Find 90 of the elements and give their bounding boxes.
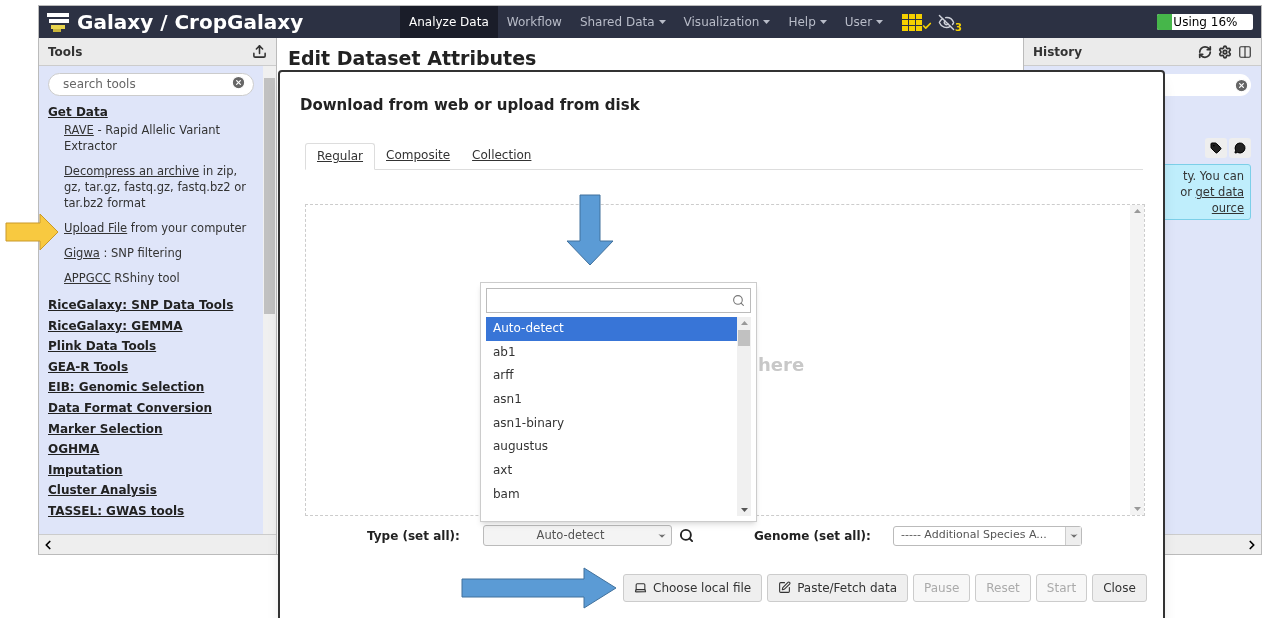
tool-section-link[interactable]: OGHMA bbox=[48, 439, 254, 460]
tool-entry: APPGCC RShiny tool bbox=[64, 270, 181, 287]
nav-menu-item[interactable]: Workflow bbox=[497, 6, 571, 38]
columns-icon[interactable] bbox=[1238, 44, 1252, 59]
tool-section-link[interactable]: EIB: Genomic Selection bbox=[48, 377, 254, 399]
caret-icon bbox=[876, 20, 884, 24]
dialog-tab[interactable]: Collection bbox=[461, 141, 543, 169]
type-option[interactable]: bam bbox=[486, 482, 737, 507]
scroll-thumb[interactable] bbox=[264, 78, 275, 314]
annotation-button[interactable] bbox=[1229, 138, 1251, 158]
scrollbar[interactable] bbox=[1130, 204, 1144, 515]
tool-section-link[interactable]: Plink Data Tools bbox=[48, 336, 254, 357]
arrow-icon bbox=[566, 194, 614, 266]
tool-link[interactable]: Decompress an archive bbox=[64, 164, 200, 179]
type-label: Type (set all): bbox=[367, 527, 461, 545]
page-heading: Edit Dataset Attributes bbox=[288, 46, 538, 71]
type-option[interactable]: augustus bbox=[486, 435, 737, 460]
panel-title: Tools bbox=[48, 43, 83, 61]
genome-select[interactable]: ----- Additional Species A... bbox=[893, 525, 1082, 546]
caret-icon bbox=[763, 20, 771, 24]
tool-section-link[interactable]: Data Format Conversion bbox=[48, 398, 254, 419]
dialog-tab[interactable]: Regular bbox=[305, 142, 376, 170]
nav-menu-item[interactable]: Help bbox=[779, 6, 836, 38]
laptop-icon bbox=[634, 581, 647, 594]
tool-entry: Decompress an archive in zip, gz, tar.gz, fastq.gz, fastq.bz2 or tar.bz2 format bbox=[64, 163, 247, 212]
arrow-icon bbox=[5, 213, 59, 251]
horizontal-scrollbar[interactable] bbox=[39, 534, 276, 554]
notice-text: ty. You can bbox=[1182, 168, 1244, 184]
check-icon bbox=[922, 20, 933, 31]
brand-title[interactable]: Galaxy / CropGalaxy bbox=[77, 7, 400, 37]
scroll-down-icon[interactable] bbox=[740, 508, 748, 512]
refresh-icon[interactable] bbox=[1198, 44, 1212, 59]
scroll-up-icon[interactable] bbox=[1133, 208, 1141, 213]
dialog-tab[interactable]: Composite bbox=[375, 141, 462, 169]
search-icon bbox=[732, 294, 745, 307]
edit-icon bbox=[778, 581, 792, 594]
upload-icon[interactable] bbox=[252, 44, 267, 59]
search-icon[interactable] bbox=[679, 528, 694, 543]
tool-entry: Upload File from your computer bbox=[64, 220, 248, 237]
tool-link[interactable]: RAVE bbox=[64, 123, 94, 138]
scrollbar[interactable] bbox=[263, 66, 276, 534]
type-option[interactable]: ab1 bbox=[486, 340, 737, 365]
type-search-field[interactable] bbox=[486, 288, 751, 313]
type-option[interactable]: asn1 bbox=[486, 388, 737, 412]
tag-icon bbox=[1210, 142, 1222, 154]
dialog-title: Download from web or upload from disk bbox=[299, 95, 641, 116]
dialog-button[interactable]: Close bbox=[1092, 573, 1147, 602]
tool-section-link[interactable]: TASSEL: GWAS tools bbox=[48, 501, 254, 522]
notice-text: or get data bbox=[1180, 184, 1244, 200]
tool-section-link[interactable]: Cluster Analysis bbox=[48, 480, 254, 502]
tool-link[interactable]: Gigwa bbox=[64, 246, 100, 261]
tool-section-link[interactable]: Marker Selection bbox=[48, 418, 254, 440]
caret-icon bbox=[819, 20, 827, 24]
dialog-button[interactable]: Choose local file bbox=[623, 573, 763, 602]
tool-section-link[interactable]: Get Data bbox=[48, 101, 254, 123]
hidden-eye-icon[interactable] bbox=[938, 13, 956, 31]
tags-button[interactable] bbox=[1205, 138, 1227, 158]
comment-icon bbox=[1234, 142, 1246, 154]
nav-menu-item[interactable]: Shared Data bbox=[570, 6, 675, 38]
grid-icon[interactable] bbox=[902, 13, 923, 31]
nav-menu-item[interactable]: Analyze Data bbox=[400, 6, 498, 38]
type-option[interactable]: axt bbox=[486, 459, 737, 483]
nav-menu-item[interactable]: Visualization bbox=[674, 6, 780, 38]
settings-icon[interactable] bbox=[1218, 44, 1232, 59]
tool-entry: Gigwa : SNP filtering bbox=[64, 245, 184, 262]
clear-icon[interactable] bbox=[1234, 77, 1249, 93]
type-select[interactable]: Auto-detect bbox=[483, 525, 672, 546]
type-option[interactable]: arff bbox=[486, 364, 737, 389]
quota-label: Using 16% bbox=[1172, 14, 1238, 30]
tool-section-link[interactable]: RiceGalaxy: GEMMA bbox=[48, 315, 254, 337]
tool-section-link[interactable]: Imputation bbox=[48, 459, 254, 481]
tool-section-link[interactable]: RiceGalaxy: SNP Data Tools bbox=[48, 295, 254, 316]
tool-link[interactable]: Upload File bbox=[64, 221, 128, 236]
scrollbar[interactable] bbox=[737, 317, 751, 516]
arrow-icon bbox=[461, 567, 617, 609]
notice-link[interactable]: ource bbox=[1211, 200, 1244, 216]
type-option[interactable]: asn1-binary bbox=[486, 411, 737, 436]
tool-section-link[interactable]: GEA-R Tools bbox=[48, 356, 254, 378]
search-field[interactable]: search tools bbox=[48, 72, 254, 96]
panel-title: History bbox=[1033, 43, 1083, 61]
hidden-count: 3 bbox=[955, 20, 963, 35]
dialog-button[interactable]: Paste/Fetch data bbox=[767, 573, 908, 602]
tool-link[interactable]: APPGCC bbox=[64, 271, 111, 286]
type-option[interactable]: Auto-detect bbox=[486, 317, 737, 341]
notice-link[interactable]: get data bbox=[1195, 185, 1244, 199]
genome-label: Genome (set all): bbox=[754, 527, 872, 545]
scroll-thumb[interactable] bbox=[738, 330, 750, 346]
tool-entry: RAVE - Rapid Allelic Variant Extractor bbox=[64, 122, 221, 155]
nav-menu-item[interactable]: User bbox=[835, 6, 893, 38]
caret-icon bbox=[658, 20, 666, 24]
